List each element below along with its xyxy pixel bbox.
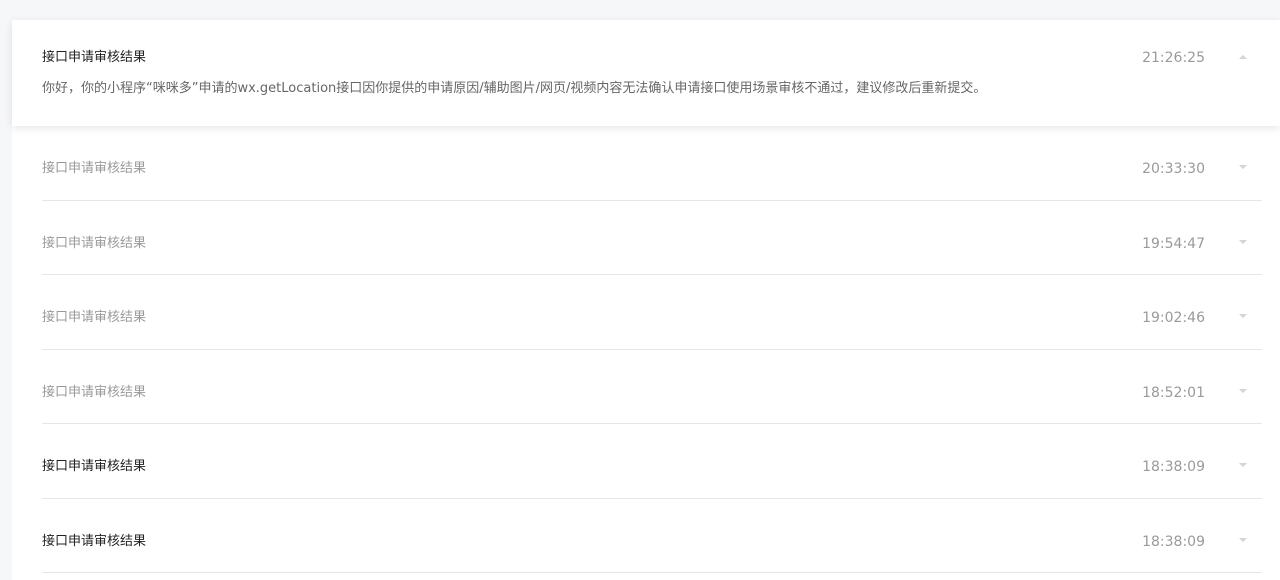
message-item[interactable]: 接口申请审核结果 18:52:01 bbox=[12, 350, 1280, 424]
message-item[interactable]: 接口申请审核结果 20:33:30 bbox=[12, 126, 1280, 201]
message-title: 接口申请审核结果 bbox=[42, 533, 147, 549]
message-title: 接口申请审核结果 bbox=[42, 161, 147, 176]
message-time: 18:52:01 bbox=[1142, 384, 1205, 401]
chevron-down-icon[interactable] bbox=[1238, 311, 1248, 321]
message-time: 18:38:09 bbox=[1142, 533, 1205, 550]
message-item[interactable]: 接口申请审核结果 19:02:46 bbox=[12, 275, 1280, 350]
message-title: 接口申请审核结果 bbox=[42, 310, 147, 325]
message-list: 接口申请审核结果 21:26:25 你好，你的小程序“咪咪多”申请的wx.get… bbox=[12, 20, 1280, 573]
message-item[interactable]: 接口申请审核结果 18:38:09 bbox=[12, 424, 1280, 499]
chevron-down-icon[interactable] bbox=[1238, 460, 1248, 470]
chevron-down-icon[interactable] bbox=[1238, 386, 1248, 396]
message-time: 19:02:46 bbox=[1142, 310, 1205, 326]
message-title: 接口申请审核结果 bbox=[42, 50, 147, 65]
chevron-down-icon[interactable] bbox=[1238, 535, 1248, 545]
message-title: 接口申请审核结果 bbox=[42, 459, 147, 474]
message-time: 21:26:25 bbox=[1142, 50, 1205, 66]
message-title: 接口申请审核结果 bbox=[42, 384, 147, 400]
chevron-down-icon[interactable] bbox=[1238, 162, 1248, 172]
message-time: 18:38:09 bbox=[1142, 459, 1205, 475]
chevron-up-icon[interactable] bbox=[1238, 52, 1248, 62]
message-content: 你好，你的小程序“咪咪多”申请的wx.getLocation接口因你提供的申请原… bbox=[42, 81, 987, 96]
message-item[interactable]: 接口申请审核结果 19:54:47 bbox=[12, 201, 1280, 275]
message-title: 接口申请审核结果 bbox=[42, 235, 147, 251]
message-item[interactable]: 接口申请审核结果 18:38:09 bbox=[12, 499, 1280, 573]
message-item-expanded[interactable]: 接口申请审核结果 21:26:25 你好，你的小程序“咪咪多”申请的wx.get… bbox=[12, 20, 1280, 126]
message-time: 19:54:47 bbox=[1142, 235, 1205, 252]
chevron-down-icon[interactable] bbox=[1238, 237, 1248, 247]
message-time: 20:33:30 bbox=[1142, 161, 1205, 177]
